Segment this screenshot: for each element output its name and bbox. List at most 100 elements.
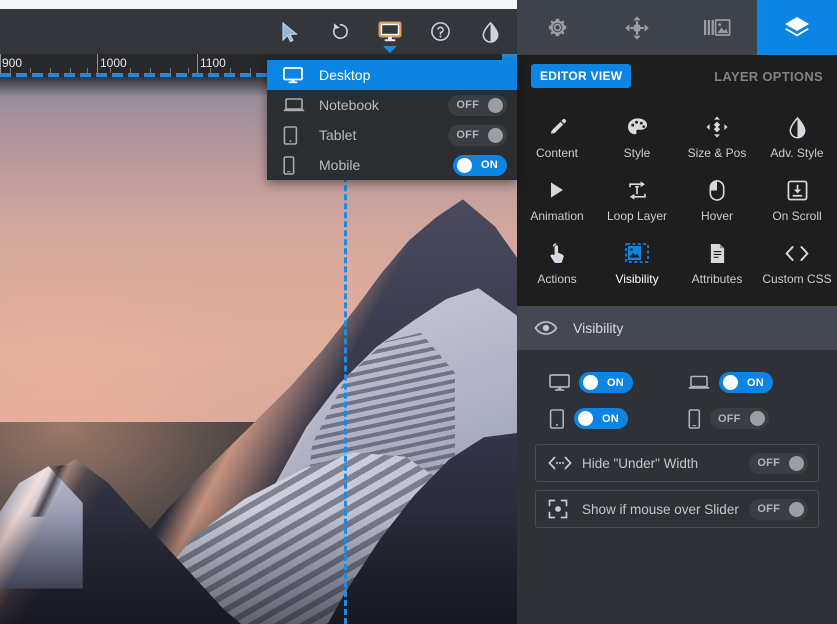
grid-item-visibility[interactable]: Visibility	[597, 233, 677, 292]
width-arrows-icon	[548, 456, 578, 470]
grid-item-hover[interactable]: Hover	[677, 170, 757, 229]
notebook-toggle[interactable]: OFF	[448, 94, 507, 116]
visibility-tablet-toggle[interactable]: ON	[574, 408, 628, 429]
code-brackets-icon	[785, 241, 809, 265]
desktop-monitor-icon	[378, 21, 402, 41]
hide-under-width-toggle-label: OFF	[757, 457, 780, 469]
dropdown-label-notebook: Notebook	[319, 97, 379, 113]
right-panel: EDITOR VIEW LAYER OPTIONS Content Style …	[517, 0, 837, 624]
show-if-mouse-over-slider-toggle-label: OFF	[757, 503, 780, 515]
visibility-desktop-toggle[interactable]: ON	[579, 372, 633, 393]
mobile-toggle[interactable]: ON	[453, 154, 507, 176]
gear-icon	[548, 18, 566, 37]
grid-item-content[interactable]: Content	[517, 107, 597, 166]
grid-label-on-scroll: On Scroll	[772, 209, 822, 223]
toggle-knob	[457, 157, 472, 173]
preview-size-dropdown[interactable]: Desktop Notebook OFF Tablet OFF Mobile O…	[267, 60, 517, 180]
grid-label-style: Style	[623, 146, 651, 160]
hand-pointer-icon	[548, 241, 566, 265]
grid-label-attributes: Attributes	[691, 272, 743, 286]
show-if-mouse-over-slider-toggle[interactable]: OFF	[749, 498, 808, 520]
panel-tab-bar	[517, 0, 837, 55]
desktop-monitor-icon	[283, 66, 313, 84]
visibility-notebook-toggle[interactable]: ON	[719, 372, 773, 393]
mouse-icon	[709, 178, 725, 202]
notebook-toggle-label: OFF	[456, 99, 479, 111]
dropdown-item-mobile[interactable]: Mobile ON	[267, 150, 517, 180]
help-tool-button[interactable]	[415, 9, 465, 54]
dropdown-label-desktop: Desktop	[319, 67, 371, 83]
cursor-arrow-icon	[282, 21, 298, 42]
app-root: 900 1000 1100 Desktop Notebook OFF Table…	[0, 0, 837, 624]
focus-target-icon	[548, 499, 578, 519]
grid-item-attributes[interactable]: Attributes	[677, 233, 757, 292]
preview-size-tool-button[interactable]	[365, 9, 415, 54]
visibility-image-icon	[625, 241, 649, 265]
hide-under-width-toggle[interactable]: OFF	[749, 452, 808, 474]
grid-item-on-scroll[interactable]: On Scroll	[757, 170, 837, 229]
grid-label-animation: Animation	[530, 209, 584, 223]
mobile-toggle-label: ON	[481, 159, 498, 171]
option-label-hide-under-width: Hide "Under" Width	[582, 455, 699, 471]
grid-item-style[interactable]: Style	[597, 107, 677, 166]
grid-label-adv-style: Adv. Style	[770, 146, 824, 160]
visibility-notebook-toggle-label: ON	[747, 376, 764, 389]
tab-slides[interactable]	[677, 0, 757, 55]
grid-item-animation[interactable]: Animation	[517, 170, 597, 229]
visibility-desktop: ON	[549, 372, 666, 393]
visibility-section-header: Visibility	[517, 306, 837, 350]
toggle-knob	[749, 411, 765, 426]
option-show-if-mouse-over-slider[interactable]: Show if mouse over Slider OFF	[535, 490, 819, 528]
toggle-knob	[578, 411, 593, 426]
toolbar-button-group	[265, 9, 515, 54]
desktop-monitor-icon	[549, 373, 570, 391]
toggle-knob	[488, 127, 503, 143]
option-hide-under-width[interactable]: Hide "Under" Width OFF	[535, 444, 819, 482]
tab-settings[interactable]	[517, 0, 597, 55]
toggle-knob	[789, 455, 804, 471]
toggle-knob	[789, 501, 804, 517]
ruler-label-900: 900	[2, 56, 23, 70]
laptop-icon	[283, 97, 313, 113]
tab-layers[interactable]	[757, 0, 837, 55]
dropdown-item-tablet[interactable]: Tablet OFF	[267, 120, 517, 150]
toggle-knob	[488, 97, 503, 113]
option-label-show-if-mouse-over-slider: Show if mouse over Slider	[582, 501, 739, 517]
grid-item-loop-layer[interactable]: Loop Layer	[597, 170, 677, 229]
droplet-half-icon	[789, 115, 806, 139]
ruler-label-1100: 1100	[200, 56, 226, 70]
editor-view-button[interactable]: EDITOR VIEW	[531, 64, 632, 88]
grid-item-adv-style[interactable]: Adv. Style	[757, 107, 837, 166]
dropdown-item-desktop[interactable]: Desktop	[267, 60, 517, 90]
tablet-icon	[283, 125, 313, 145]
grid-item-custom-css[interactable]: Custom CSS	[757, 233, 837, 292]
loop-repeat-icon	[627, 178, 648, 202]
grid-label-custom-css: Custom CSS	[762, 272, 832, 286]
contrast-tool-button[interactable]	[465, 9, 515, 54]
undo-tool-button[interactable]	[315, 9, 365, 54]
pencil-icon	[548, 115, 567, 139]
grid-item-actions[interactable]: Actions	[517, 233, 597, 292]
visibility-mobile-toggle-label: OFF	[718, 412, 741, 425]
visibility-notebook: ON	[688, 372, 805, 393]
layer-options-tab[interactable]: LAYER OPTIONS	[714, 69, 823, 84]
tablet-toggle-label: OFF	[456, 129, 479, 141]
tablet-toggle[interactable]: OFF	[448, 124, 507, 146]
play-triangle-icon	[549, 178, 565, 202]
grid-label-content: Content	[535, 146, 579, 160]
layer-options-grid: Content Style Size & Pos Adv. Style Anim…	[517, 97, 837, 306]
panel-subheader: EDITOR VIEW LAYER OPTIONS	[517, 55, 837, 97]
visibility-mobile: OFF	[688, 408, 805, 429]
visibility-desktop-toggle-label: ON	[607, 376, 624, 389]
grid-item-size-pos[interactable]: Size & Pos	[677, 107, 757, 166]
grid-label-visibility: Visibility	[615, 272, 659, 286]
mobile-phone-icon	[283, 155, 313, 175]
toggle-knob	[583, 375, 598, 390]
palette-icon	[627, 115, 648, 139]
dropdown-item-notebook[interactable]: Notebook OFF	[267, 90, 517, 120]
top-light-strip	[0, 0, 517, 9]
select-tool-button[interactable]	[265, 9, 315, 54]
tab-position[interactable]	[597, 0, 677, 55]
download-box-icon	[787, 178, 808, 202]
visibility-mobile-toggle[interactable]: OFF	[710, 408, 769, 429]
